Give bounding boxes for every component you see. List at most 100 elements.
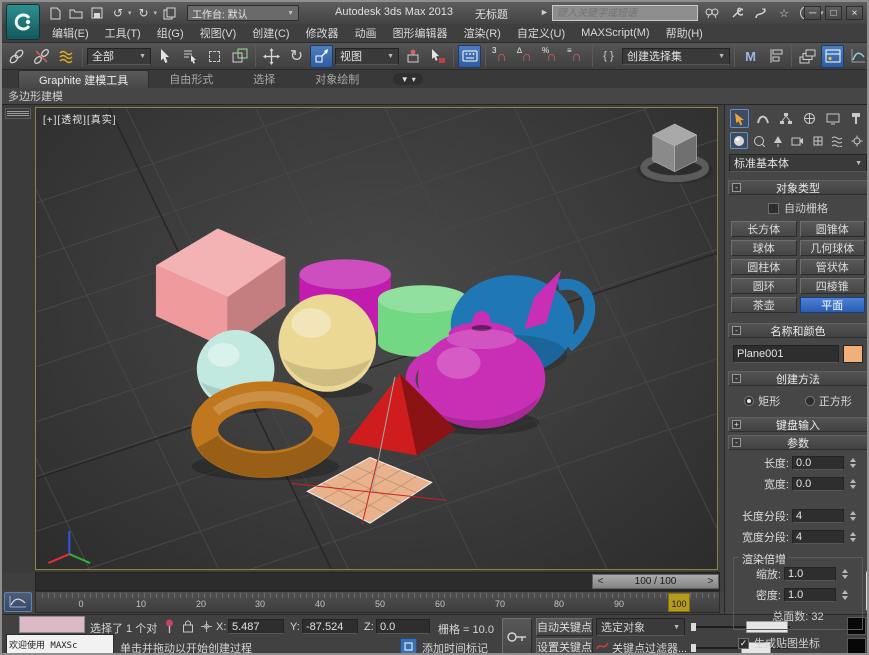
length-segs-field[interactable]: 4	[792, 509, 844, 523]
z-coordinate-field[interactable]: 0.0	[376, 619, 430, 634]
torus-object[interactable]	[192, 395, 339, 481]
selection-set-dropdown[interactable]: 选定对象 ▼	[596, 618, 685, 636]
object-type-button-sphere[interactable]: 球体	[731, 240, 797, 256]
tab-display[interactable]	[823, 109, 842, 128]
menu-item-create[interactable]: 创建(C)	[244, 24, 297, 42]
menu-item-maxscript[interactable]: MAXScript(M)	[573, 24, 657, 42]
snaps-toggle-button[interactable]: ∩3	[490, 45, 513, 68]
reference-coordinate-dropdown[interactable]: 视图 ▼	[335, 48, 399, 65]
width-segs-spinner[interactable]	[847, 532, 858, 542]
category-geometry[interactable]	[730, 132, 748, 149]
next-frame-button[interactable]: >	[703, 576, 718, 587]
menu-item-edit[interactable]: 编辑(E)	[44, 24, 97, 42]
object-type-button-pyramid[interactable]: 四棱锥	[800, 278, 866, 294]
mirror-button[interactable]: M	[739, 45, 762, 68]
percent-snap-button[interactable]: ∩%	[540, 45, 563, 68]
tab-hierarchy[interactable]	[777, 109, 796, 128]
new-file-icon[interactable]	[46, 5, 64, 21]
previous-frame-button[interactable]: <	[593, 576, 608, 587]
unlink-selection-button[interactable]	[30, 45, 53, 68]
scale-field[interactable]: 1.0	[784, 567, 836, 581]
open-file-icon[interactable]	[67, 5, 85, 21]
width-spinner[interactable]	[847, 479, 858, 489]
wrench-icon[interactable]	[728, 5, 744, 21]
rollout-object-type-header[interactable]: - 对象类型	[728, 180, 868, 195]
y-coordinate-field[interactable]: -87.524	[302, 619, 358, 634]
angle-snap-button[interactable]: ∩∆	[515, 45, 538, 68]
menu-item-group[interactable]: 组(G)	[149, 24, 192, 42]
track-bar-ruler[interactable]: 0 10 20 30 40 50 60 70 80 90 100	[35, 591, 720, 613]
tab-motion[interactable]	[800, 109, 819, 128]
key-filters-curve-icon[interactable]	[596, 639, 610, 655]
layer-manager-button[interactable]	[796, 45, 819, 68]
align-button[interactable]	[764, 45, 787, 68]
redo-icon[interactable]: ↻	[135, 5, 153, 21]
menu-item-views[interactable]: 视图(V)	[192, 24, 245, 42]
select-and-rotate-button[interactable]: ↻	[285, 45, 308, 68]
keyboard-shortcut-override-button[interactable]	[458, 45, 481, 68]
object-type-button-teapot[interactable]: 茶壶	[731, 297, 797, 313]
time-slider-handle[interactable]: < 100 / 100 >	[592, 574, 719, 589]
menu-item-rendering[interactable]: 渲染(R)	[456, 24, 509, 42]
ribbon-minimize-button[interactable]: ▼ ▾	[393, 73, 423, 85]
rectangular-selection-region-button[interactable]	[203, 45, 226, 68]
object-type-button-geosphere[interactable]: 几何球体	[800, 240, 866, 256]
tab-modify[interactable]	[753, 109, 772, 128]
time-slider[interactable]: < 100 / 100 >	[35, 572, 720, 591]
perspective-viewport[interactable]: [+][透视][真实]	[35, 107, 718, 570]
spinner-snap-button[interactable]: ∩≡	[565, 45, 588, 68]
sphere-yellow-object[interactable]	[278, 294, 376, 398]
set-key-button[interactable]: 设置关键点	[536, 638, 593, 655]
category-shapes[interactable]	[750, 132, 768, 149]
use-pivot-center-button[interactable]	[401, 45, 424, 68]
object-type-button-torus[interactable]: 圆环	[731, 278, 797, 294]
autogrid-checkbox[interactable]	[768, 203, 779, 214]
length-field[interactable]: 0.0	[792, 456, 844, 470]
tab-utilities[interactable]	[847, 109, 866, 128]
ribbon-tab-object-paint[interactable]: 对象绘制	[295, 70, 379, 88]
select-and-link-button[interactable]	[5, 45, 28, 68]
maxscript-mini-listener-macro[interactable]	[19, 616, 85, 633]
tab-create[interactable]	[730, 109, 749, 128]
select-object-button[interactable]	[153, 45, 176, 68]
category-systems[interactable]	[848, 132, 866, 149]
rollout-parameters-header[interactable]: - 参数	[728, 435, 868, 450]
object-type-button-cylinder[interactable]: 圆柱体	[731, 259, 797, 275]
primitive-category-dropdown[interactable]: 标准基本体 ▼	[729, 154, 867, 172]
isolate-selection-icon[interactable]	[400, 638, 417, 655]
rollout-name-color-header[interactable]: - 名称和颜色	[728, 323, 868, 338]
select-and-manipulate-button[interactable]	[426, 45, 449, 68]
length-spinner[interactable]	[847, 458, 858, 468]
set-keys-button[interactable]	[502, 618, 532, 655]
close-button[interactable]: ×	[846, 6, 863, 20]
category-cameras[interactable]	[789, 132, 807, 149]
bind-to-space-warp-button[interactable]	[55, 45, 78, 68]
rollout-creation-method-header[interactable]: - 创建方法	[728, 371, 868, 386]
search-flyout-icon[interactable]: ►	[540, 7, 549, 17]
object-type-button-plane[interactable]: 平面	[800, 297, 866, 313]
x-coordinate-field[interactable]: 5.487	[228, 619, 284, 634]
undo-dropdown-icon[interactable]: ▾	[128, 9, 132, 17]
ribbon-panel-strip[interactable]: 多边形建模	[2, 88, 867, 105]
ribbon-tab-graphite[interactable]: Graphite 建模工具	[18, 70, 149, 88]
absolute-offset-mode-icon[interactable]	[200, 620, 213, 636]
minimize-button[interactable]: ─	[804, 6, 821, 20]
window-crossing-button[interactable]	[228, 45, 251, 68]
mini-curve-editor-button[interactable]	[4, 592, 32, 612]
3dsmax-logo-icon[interactable]	[6, 4, 40, 40]
graphite-ribbon-toggle-button[interactable]	[821, 45, 844, 68]
redo-dropdown-icon[interactable]: ▾	[154, 9, 158, 17]
select-and-scale-button[interactable]	[310, 45, 333, 68]
radio-square[interactable]: 正方形	[805, 393, 852, 409]
title-bar[interactable]: ↺ ▾ ↻ ▾ 工作台: 默认 ▼ Autodesk 3ds Max 2013 …	[2, 2, 867, 24]
menu-item-graph-editors[interactable]: 图形编辑器	[385, 24, 456, 42]
menu-item-modifiers[interactable]: 修改器	[298, 24, 347, 42]
selection-lock-icon[interactable]	[182, 620, 194, 636]
menu-item-customize[interactable]: 自定义(U)	[509, 24, 573, 42]
ribbon-tab-freeform[interactable]: 自由形式	[149, 70, 233, 88]
rollout-keyboard-entry-header[interactable]: + 键盘输入	[728, 417, 868, 432]
maxscript-mini-listener[interactable]: 欢迎使用 MAXSc	[6, 634, 114, 654]
object-type-button-box[interactable]: 长方体	[731, 221, 797, 237]
category-lights[interactable]	[769, 132, 787, 149]
density-spinner[interactable]	[839, 590, 850, 600]
